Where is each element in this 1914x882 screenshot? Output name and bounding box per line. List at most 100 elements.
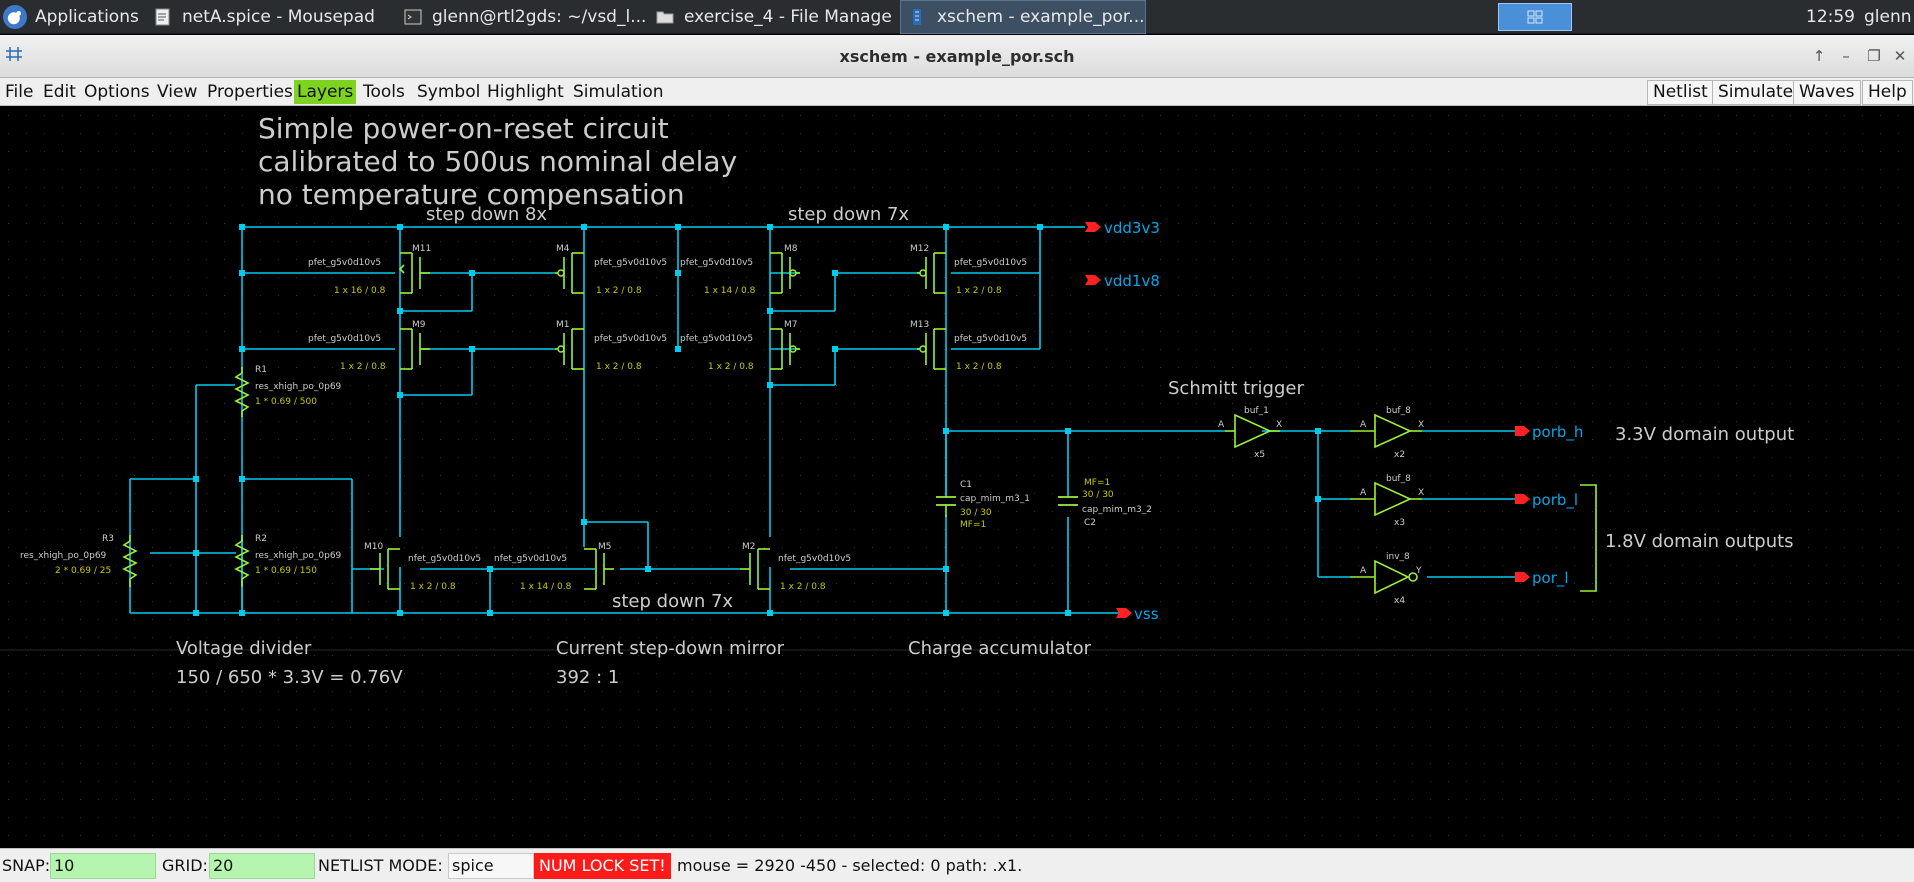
grid-input[interactable]: 20 bbox=[209, 853, 315, 879]
menu-options[interactable]: Options bbox=[81, 80, 153, 104]
x3-type: buf_8 bbox=[1386, 474, 1411, 484]
r3-name: R3 bbox=[102, 534, 114, 544]
x2-type: buf_8 bbox=[1386, 406, 1411, 416]
m9-name: M9 bbox=[412, 320, 426, 330]
waves-button[interactable]: Waves bbox=[1793, 80, 1861, 105]
r2-name: R2 bbox=[255, 534, 267, 544]
label-schmitt-trigger: Schmitt trigger bbox=[1168, 378, 1304, 399]
menu-layers[interactable]: Layers bbox=[294, 80, 357, 104]
text-editor-icon bbox=[155, 8, 170, 26]
m2-model: nfet_g5v0d10v5 bbox=[778, 554, 851, 564]
x4-in-pin: A bbox=[1360, 566, 1367, 576]
x5-out-pin: X bbox=[1276, 420, 1282, 430]
m5-size: 1 x 14 / 0.8 bbox=[520, 582, 572, 592]
snap-input[interactable]: 10 bbox=[50, 853, 156, 879]
r1-size: 1 * 0.69 / 500 bbox=[255, 397, 317, 407]
menu-properties[interactable]: Properties bbox=[204, 80, 296, 104]
pin-porb-l-label: porb_l bbox=[1532, 491, 1578, 510]
clock[interactable]: 12:59 bbox=[1806, 0, 1856, 34]
grid-label: GRID: bbox=[162, 856, 208, 875]
pin-vdd3v3-label: vdd3v3 bbox=[1104, 219, 1160, 237]
m10-model: nfet_g5v0d10v5 bbox=[408, 554, 481, 564]
task-xschem[interactable]: xschem - example_por.... bbox=[900, 0, 1146, 34]
r2-size: 1 * 0.69 / 150 bbox=[255, 566, 317, 576]
netlist-button[interactable]: Netlist bbox=[1647, 80, 1714, 105]
m12-name: M12 bbox=[910, 244, 929, 254]
m1-name: M1 bbox=[556, 320, 570, 330]
task-mousepad[interactable]: netA.spice - Mousepad bbox=[146, 0, 386, 34]
x2-inst: x2 bbox=[1394, 450, 1405, 460]
c2-name: C2 bbox=[1084, 518, 1096, 528]
c2-model: cap_mim_m3_2 bbox=[1082, 505, 1152, 515]
workspace-icon bbox=[1527, 10, 1543, 24]
c1-mf: MF=1 bbox=[960, 520, 986, 530]
applications-menu[interactable]: Applications bbox=[0, 0, 140, 34]
x4-out-pin: Y bbox=[1415, 566, 1422, 576]
folder-icon bbox=[656, 11, 674, 24]
label-charge-accumulator: Charge accumulator bbox=[908, 638, 1092, 659]
r2-model: res_xhigh_po_0p69 bbox=[255, 551, 342, 561]
m5-name: M5 bbox=[598, 542, 612, 552]
user-name[interactable]: glenn bbox=[1864, 0, 1914, 34]
xfce-mouse-icon bbox=[3, 5, 27, 29]
window-titlebar[interactable]: xschem - example_por.sch ↑ – ❐ ✕ bbox=[0, 35, 1914, 78]
menu-highlight[interactable]: Highlight bbox=[484, 80, 567, 104]
terminal-icon bbox=[404, 9, 422, 25]
r3-model: res_xhigh_po_0p69 bbox=[20, 551, 107, 561]
pin-por-l-label: por_l bbox=[1532, 569, 1569, 588]
m1-model: pfet_g5v0d10v5 bbox=[594, 334, 667, 344]
m4-name: M4 bbox=[556, 244, 570, 254]
m7-name: M7 bbox=[784, 320, 798, 330]
task-terminal[interactable]: glenn@rtl2gds: ~/vsd_l... bbox=[396, 0, 646, 34]
m1-size: 1 x 2 / 0.8 bbox=[596, 362, 642, 372]
task-label: exercise_4 - File Manager bbox=[684, 7, 893, 27]
task-label: netA.spice - Mousepad bbox=[182, 7, 375, 27]
schematic-title-line-1: Simple power-on-reset circuit bbox=[258, 112, 669, 145]
c1-model: cap_mim_m3_1 bbox=[960, 494, 1030, 504]
workspace-switcher[interactable] bbox=[1498, 3, 1572, 31]
x4-inst: x4 bbox=[1394, 596, 1405, 606]
menu-view[interactable]: View bbox=[154, 80, 200, 104]
m10-size: 1 x 2 / 0.8 bbox=[410, 582, 456, 592]
m12-model: pfet_g5v0d10v5 bbox=[954, 258, 1027, 268]
m2-name: M2 bbox=[742, 542, 756, 552]
simulate-button[interactable]: Simulate bbox=[1712, 80, 1800, 105]
m8-name: M8 bbox=[784, 244, 798, 254]
minimize-icon[interactable]: – bbox=[1834, 45, 1858, 67]
netlist-mode-label: NETLIST MODE: bbox=[318, 856, 443, 875]
label-mirror-ratio: 392 : 1 bbox=[556, 667, 619, 688]
m5-model: nfet_g5v0d10v5 bbox=[494, 554, 567, 564]
maximize-icon[interactable]: ❐ bbox=[1862, 45, 1886, 67]
x3-inst: x3 bbox=[1394, 518, 1405, 528]
pin-vdd1v8-label: vdd1v8 bbox=[1104, 272, 1160, 290]
schematic-title-line-2: calibrated to 500us nominal delay bbox=[258, 145, 737, 178]
c2-size: 30 / 30 bbox=[1082, 490, 1114, 500]
m8-model: pfet_g5v0d10v5 bbox=[680, 258, 753, 268]
xschem-icon bbox=[913, 9, 921, 25]
label-step-down-7x-top: step down 7x bbox=[788, 204, 909, 225]
applications-label: Applications bbox=[35, 7, 139, 27]
netlist-mode-field[interactable]: spice bbox=[448, 853, 534, 879]
c1-name: C1 bbox=[960, 480, 972, 490]
r1-name: R1 bbox=[255, 365, 267, 375]
m12-size: 1 x 2 / 0.8 bbox=[956, 286, 1002, 296]
schematic-canvas[interactable]: Simple power-on-reset circuit calibrated… bbox=[0, 107, 1914, 848]
help-button[interactable]: Help bbox=[1862, 80, 1913, 105]
r3-size: 2 * 0.69 / 25 bbox=[55, 566, 111, 576]
menu-edit[interactable]: Edit bbox=[40, 80, 79, 104]
m9-size: 1 x 2 / 0.8 bbox=[340, 362, 386, 372]
menu-tools[interactable]: Tools bbox=[360, 80, 408, 104]
m11-model: pfet_g5v0d10v5 bbox=[308, 258, 381, 268]
menu-symbol[interactable]: Symbol bbox=[414, 80, 483, 104]
x2-out-pin: X bbox=[1418, 420, 1424, 430]
x5-type: buf_1 bbox=[1244, 406, 1269, 416]
label-step-down-7x-bottom: step down 7x bbox=[612, 591, 733, 612]
menu-file[interactable]: File bbox=[2, 80, 36, 104]
taskbar: Applications netA.spice - Mousepad glenn… bbox=[0, 0, 1914, 34]
task-file-manager[interactable]: exercise_4 - File Manager bbox=[648, 0, 893, 34]
m9-model: pfet_g5v0d10v5 bbox=[308, 334, 381, 344]
menu-simulation[interactable]: Simulation bbox=[570, 80, 667, 104]
shade-icon[interactable]: ↑ bbox=[1807, 45, 1831, 67]
close-icon[interactable]: ✕ bbox=[1888, 45, 1912, 67]
label-3v3-domain: 3.3V domain output bbox=[1615, 424, 1794, 445]
